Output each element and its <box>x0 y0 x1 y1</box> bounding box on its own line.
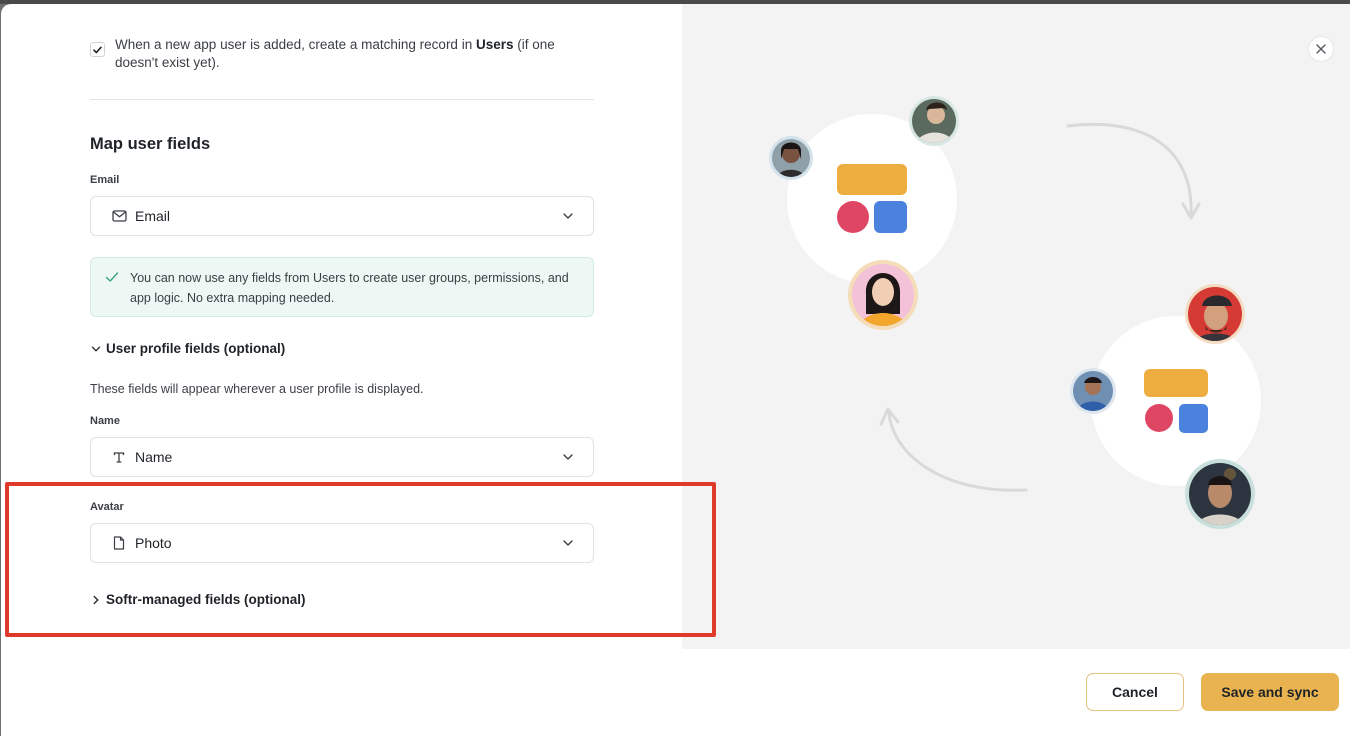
close-icon <box>1316 44 1326 54</box>
success-notice: You can now use any fields from Users to… <box>90 257 594 317</box>
app-logo-dot <box>837 201 869 233</box>
success-notice-text: You can now use any fields from Users to… <box>130 271 569 305</box>
file-icon <box>111 535 127 551</box>
softr-managed-fields-toggle[interactable]: Softr-managed fields (optional) <box>90 592 306 607</box>
app-circle-bottom <box>1091 316 1261 486</box>
email-field-select[interactable]: Email <box>90 196 594 236</box>
check-icon <box>105 272 119 282</box>
save-and-sync-button[interactable]: Save and sync <box>1201 673 1339 711</box>
email-field-value: Email <box>135 208 171 224</box>
section-divider <box>90 99 594 100</box>
user-profile-fields-title: User profile fields (optional) <box>106 341 286 356</box>
name-field-value: Name <box>135 449 173 465</box>
user-avatar-5 <box>1070 368 1116 414</box>
sync-illustration <box>682 4 1350 649</box>
check-icon <box>93 46 102 53</box>
name-field-select[interactable]: Name <box>90 437 594 477</box>
name-label: Name <box>90 415 120 427</box>
close-button[interactable] <box>1308 36 1334 62</box>
app-logo-bar <box>837 164 907 195</box>
user-avatar-4 <box>1185 284 1245 344</box>
softr-managed-fields-title: Softr-managed fields (optional) <box>106 592 306 607</box>
chevron-down-icon <box>563 213 573 219</box>
create-record-checkbox[interactable] <box>90 42 105 57</box>
avatar-label: Avatar <box>90 501 124 513</box>
chevron-down-icon <box>91 346 101 351</box>
cancel-button[interactable]: Cancel <box>1086 673 1184 711</box>
create-record-label: When a new app user is added, create a m… <box>115 37 555 70</box>
chevron-down-icon <box>563 454 573 460</box>
user-avatar-2 <box>909 96 959 146</box>
user-avatar-3 <box>848 260 918 330</box>
chevron-right-icon <box>93 595 99 604</box>
user-avatar-6 <box>1185 459 1255 529</box>
sync-illustration-graphic <box>769 96 1261 529</box>
app-logo-square <box>874 201 907 233</box>
create-record-option: When a new app user is added, create a m… <box>90 36 594 72</box>
sync-arrow-up <box>887 410 1028 492</box>
text-type-icon <box>111 449 127 465</box>
profile-fields-hint: These fields will appear wherever a user… <box>90 382 424 396</box>
sync-settings-modal: When a new app user is added, create a m… <box>1 4 1350 736</box>
map-user-fields-title: Map user fields <box>90 135 211 153</box>
avatar-field-value: Photo <box>135 535 172 551</box>
avatar-field-select[interactable]: Photo <box>90 523 594 563</box>
mail-icon <box>111 208 127 224</box>
sync-arrow-down <box>1066 123 1193 218</box>
chevron-down-icon <box>563 540 573 546</box>
email-label: Email <box>90 174 120 186</box>
user-profile-fields-toggle[interactable]: User profile fields (optional) <box>90 341 285 356</box>
